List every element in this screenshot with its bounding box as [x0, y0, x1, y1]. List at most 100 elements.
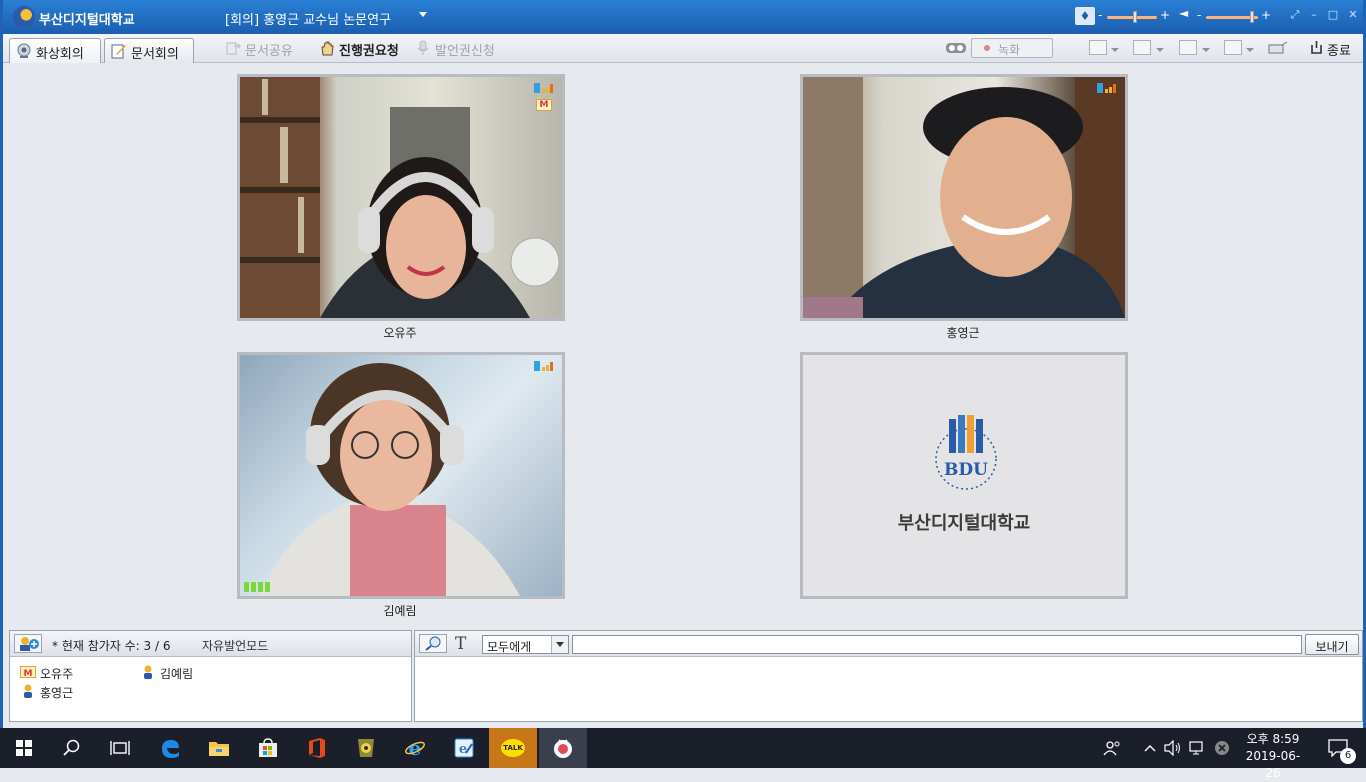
participant-name: 오유주	[40, 667, 74, 681]
bdu-logo: BDU	[935, 415, 997, 490]
search-icon[interactable]	[48, 728, 96, 768]
participant-name: 김예림	[160, 667, 194, 681]
chat-header: T 모두에게 보내기	[415, 631, 1362, 657]
tray-expand-icon[interactable]	[1140, 728, 1160, 768]
chevron-down-icon[interactable]	[419, 12, 427, 17]
recorder-icon	[946, 43, 966, 53]
font-settings-icon[interactable]: T	[455, 634, 466, 654]
minus-icon[interactable]: -	[1197, 8, 1201, 22]
doc-share-icon	[226, 42, 242, 55]
fullscreen-icon[interactable]: ⤢	[1286, 8, 1304, 24]
keyboard-settings-icon[interactable]	[1268, 41, 1288, 56]
slider-knob[interactable]	[1133, 11, 1137, 23]
volume-slider[interactable]	[1206, 11, 1258, 23]
network-icon[interactable]	[1186, 728, 1210, 768]
record-button[interactable]: 녹화	[971, 38, 1053, 58]
ie-icon[interactable]: e	[391, 728, 439, 768]
speech-request-button[interactable]: 발언권신청	[415, 40, 495, 59]
ie-edit-icon[interactable]: e	[440, 728, 488, 768]
tab-label: 문서회의	[131, 47, 179, 62]
plus-icon[interactable]: +	[1160, 8, 1170, 22]
webcam-icon	[17, 43, 31, 58]
doc-share-label: 문서공유	[245, 44, 293, 59]
exit-button[interactable]: 종료	[1309, 40, 1351, 59]
app-name: 부산디지털대학교	[39, 13, 135, 28]
close-button[interactable]: ✕	[1344, 8, 1362, 24]
meeting-title[interactable]: [회의] 홍영근 교수님 논문연구	[225, 9, 391, 28]
dropdown-button[interactable]	[551, 636, 568, 653]
task-view-icon[interactable]	[96, 728, 144, 768]
participant-item[interactable]: M 오유주	[20, 665, 73, 682]
kakaotalk-icon[interactable]: TALK	[489, 728, 537, 768]
title-bar: 부산디지털대학교 [회의] 홍영근 교수님 논문연구 ♦ - + ◄ - + ⤢…	[3, 0, 1363, 34]
document-edit-icon	[111, 44, 126, 59]
chevron-down-icon[interactable]	[1202, 48, 1210, 52]
audio-level-meter	[244, 582, 272, 592]
notification-count: 6	[1340, 748, 1356, 764]
office-icon[interactable]	[293, 728, 341, 768]
doc-share-button[interactable]: 문서공유	[225, 40, 293, 59]
chat-input[interactable]	[572, 635, 1302, 654]
chevron-down-icon[interactable]	[1156, 48, 1164, 52]
clock-date: 2019-06-26	[1245, 749, 1301, 780]
edge-icon[interactable]	[146, 728, 194, 768]
plus-icon[interactable]: +	[1261, 8, 1271, 22]
user-icon	[24, 684, 32, 698]
exit-label: 종료	[1327, 44, 1351, 59]
video-participant-name: 오유주	[383, 326, 417, 340]
speaker-settings-icon[interactable]	[1089, 40, 1107, 55]
raised-hand-icon	[321, 41, 334, 56]
volume-icon[interactable]	[1162, 728, 1184, 768]
kakaotalk-label: TALK	[501, 739, 525, 757]
participant-name: 홍영근	[40, 686, 74, 700]
maximize-button[interactable]: □	[1324, 8, 1342, 24]
chat-zoom-icon[interactable]	[419, 634, 447, 653]
app-icon[interactable]	[342, 728, 390, 768]
chevron-down-icon	[556, 642, 564, 647]
recipient-select[interactable]: 모두에게	[482, 635, 569, 654]
notification-center-icon[interactable]: 6	[1318, 728, 1358, 768]
minimize-button[interactable]: –	[1305, 8, 1323, 24]
lightbulb-icon[interactable]: ♦	[1075, 7, 1095, 25]
clock[interactable]: 오후 8:59 2019-06-26	[1240, 731, 1306, 782]
minus-icon[interactable]: -	[1098, 8, 1102, 22]
empty-video-slot: BDU 부산디지털대학교	[800, 352, 1128, 599]
send-button[interactable]: 보내기	[1305, 634, 1359, 655]
speaking-mode[interactable]: 자유발언모드	[202, 637, 268, 654]
participant-item[interactable]: 홍영근	[20, 684, 73, 701]
recipient-value: 모두에게	[487, 640, 532, 654]
add-participant-icon[interactable]	[14, 634, 42, 653]
close-circle-icon[interactable]	[1210, 728, 1234, 768]
chat-panel: T 모두에게 보내기	[414, 630, 1363, 722]
svg-text:M: M	[24, 669, 33, 679]
tab-document-conference[interactable]: 문서회의	[104, 38, 194, 63]
chat-messages[interactable]	[415, 658, 1362, 721]
screen-icon[interactable]	[1224, 40, 1242, 55]
brightness-slider[interactable]	[1107, 11, 1157, 23]
participant-item[interactable]: 김예림	[140, 665, 193, 682]
speech-request-label: 발언권신청	[435, 44, 495, 59]
video-participant-name: 홍영근	[946, 326, 980, 340]
chevron-down-icon[interactable]	[1246, 48, 1254, 52]
store-icon[interactable]	[244, 728, 292, 768]
meeting-app-icon[interactable]	[539, 728, 587, 768]
layout-grid-icon[interactable]	[1179, 40, 1197, 55]
chevron-down-icon[interactable]	[1111, 48, 1119, 52]
people-icon[interactable]	[1092, 728, 1132, 768]
video-tile[interactable]	[237, 352, 565, 599]
progress-request-label: 진행권요청	[339, 44, 399, 59]
signal-strength-icon	[534, 361, 553, 371]
video-tile[interactable]: M	[237, 74, 565, 321]
video-tile[interactable]	[800, 74, 1128, 321]
video-settings-icon[interactable]	[1133, 40, 1151, 55]
tab-video-conference[interactable]: 화상회의	[9, 38, 101, 63]
slider-knob[interactable]	[1250, 11, 1254, 23]
progress-request-button[interactable]: 진행권요청	[319, 40, 399, 59]
file-explorer-icon[interactable]	[195, 728, 243, 768]
video-feed	[260, 363, 520, 596]
clock-time: 오후 8:59	[1246, 732, 1300, 746]
toolbar: 화상회의 문서회의 문서공유 진행권요청 발언권신청 녹화 종료	[3, 34, 1363, 63]
svg-text:e: e	[459, 742, 467, 757]
speaker-icon[interactable]: ◄	[1179, 6, 1188, 20]
start-icon[interactable]	[0, 728, 48, 768]
